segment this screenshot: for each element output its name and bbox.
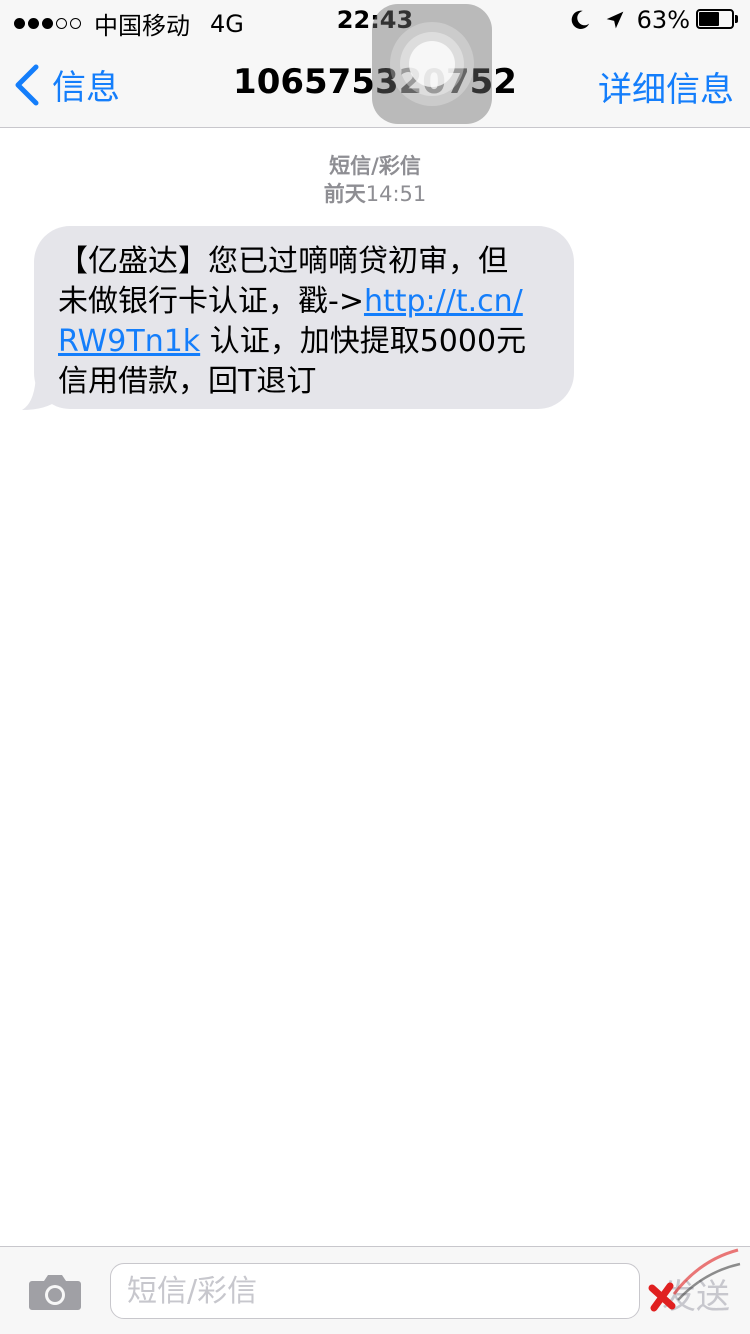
- battery-percent: 63%: [636, 6, 690, 34]
- message-header: 短信/彩信 前天14:51: [0, 152, 750, 208]
- battery-fill: [699, 12, 719, 26]
- camera-icon[interactable]: [28, 1271, 82, 1311]
- message-bubble: 【亿盛达】您已过嘀嘀贷初审，但 未做银行卡认证，戳->http://t.cn/ …: [34, 226, 574, 409]
- battery-tip: [735, 15, 738, 23]
- message-line: 【亿盛达】您已过嘀嘀贷初审，但: [58, 244, 508, 279]
- message-timestamp: 前天14:51: [0, 180, 750, 208]
- moon-icon: [571, 10, 589, 29]
- assistive-touch-button[interactable]: [372, 4, 492, 124]
- location-arrow-icon: [606, 11, 623, 29]
- details-button[interactable]: 详细信息: [598, 62, 734, 111]
- status-right: 63%: [569, 6, 740, 34]
- timestamp-day: 前天: [323, 182, 366, 206]
- message-line: 信用借款，回T退订: [58, 364, 317, 399]
- assistive-touch-ring: [409, 41, 455, 87]
- message-link[interactable]: RW9Tn1k: [58, 324, 200, 359]
- watermark-logo: [648, 1248, 741, 1312]
- message-type-label: 短信/彩信: [329, 154, 421, 178]
- message-text: 未做银行卡认证，戳->: [58, 284, 364, 319]
- timestamp-time: 14:51: [365, 182, 427, 206]
- message-input[interactable]: [110, 1263, 640, 1319]
- message-text: 认证，加快提取5000元: [200, 324, 527, 359]
- message-line: 未做银行卡认证，戳->http://t.cn/: [58, 282, 552, 322]
- input-bar: 发送: [0, 1246, 750, 1334]
- message-line: RW9Tn1k 认证，加快提取5000元: [58, 322, 552, 362]
- message-link[interactable]: http://t.cn/: [364, 284, 523, 319]
- battery-icon: [696, 9, 740, 31]
